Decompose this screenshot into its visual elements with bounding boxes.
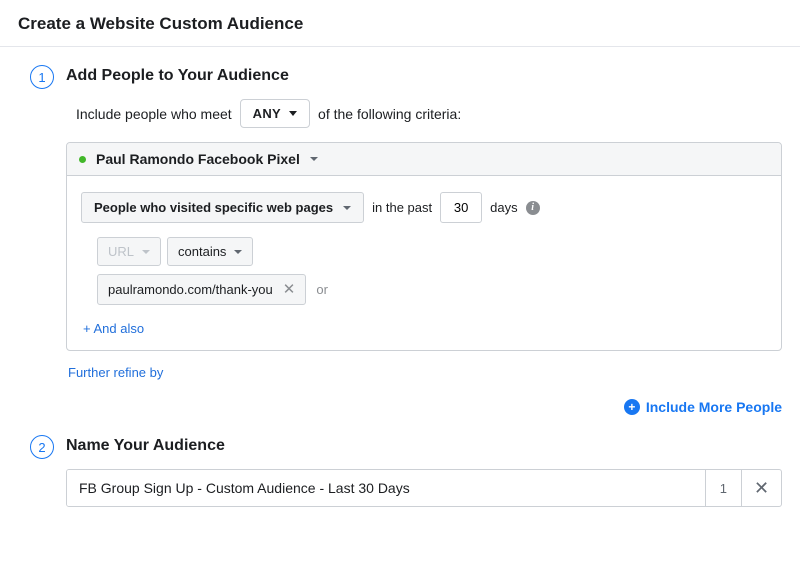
criteria-line: Include people who meet ANY of the follo… xyxy=(76,99,782,128)
url-operator-label: contains xyxy=(178,244,226,259)
caret-down-icon xyxy=(310,157,318,161)
or-label: or xyxy=(316,282,328,297)
url-value-text: paulramondo.com/thank-you xyxy=(108,282,273,297)
url-condition-row: URL contains xyxy=(97,237,767,266)
pixel-source-select[interactable]: Paul Ramondo Facebook Pixel xyxy=(67,143,781,176)
caret-down-icon xyxy=(142,250,150,254)
url-field-select[interactable]: URL xyxy=(97,237,161,266)
page-title: Create a Website Custom Audience xyxy=(18,14,782,34)
info-icon[interactable]: i xyxy=(526,201,540,215)
step-1-title: Add People to Your Audience xyxy=(66,67,782,85)
url-value-chip: paulramondo.com/thank-you ✕ xyxy=(97,274,306,305)
url-field-label: URL xyxy=(108,244,134,259)
chip-remove-icon[interactable]: ✕ xyxy=(283,282,296,297)
clear-name-button[interactable]: ✕ xyxy=(741,470,781,506)
match-mode-select[interactable]: ANY xyxy=(240,99,310,128)
rule-type-select[interactable]: People who visited specific web pages xyxy=(81,192,364,223)
include-more-label: Include More People xyxy=(646,399,782,415)
status-dot-icon xyxy=(79,156,86,163)
rule-row: People who visited specific web pages in… xyxy=(81,192,767,223)
audience-name-wrap: 1 ✕ xyxy=(66,469,782,507)
step-2: 2 Name Your Audience 1 ✕ xyxy=(30,437,782,507)
step-number-1: 1 xyxy=(30,65,54,89)
days-label: days xyxy=(490,200,517,215)
plus-circle-icon: + xyxy=(624,399,640,415)
match-mode-label: ANY xyxy=(253,106,281,121)
step-2-title: Name Your Audience xyxy=(66,437,782,455)
past-prefix-label: in the past xyxy=(372,200,432,215)
url-operator-select[interactable]: contains xyxy=(167,237,253,266)
audience-name-input[interactable] xyxy=(67,470,705,506)
criteria-suffix: of the following criteria: xyxy=(318,106,461,122)
name-count: 1 xyxy=(705,470,741,506)
include-more-button[interactable]: + Include More People xyxy=(624,399,782,415)
pixel-source-name: Paul Ramondo Facebook Pixel xyxy=(96,151,300,167)
step-number-2: 2 xyxy=(30,435,54,459)
rule-type-label: People who visited specific web pages xyxy=(94,200,333,215)
source-panel: Paul Ramondo Facebook Pixel People who v… xyxy=(66,142,782,351)
and-also-link[interactable]: + And also xyxy=(83,321,767,336)
url-value-row: paulramondo.com/thank-you ✕ or xyxy=(97,274,767,305)
step-1: 1 Add People to Your Audience Include pe… xyxy=(30,67,782,437)
refine-link[interactable]: Further refine by xyxy=(68,365,163,380)
caret-down-icon xyxy=(234,250,242,254)
caret-down-icon xyxy=(343,206,351,210)
modal-header: Create a Website Custom Audience xyxy=(0,0,800,47)
caret-down-icon xyxy=(289,111,297,116)
criteria-prefix: Include people who meet xyxy=(76,106,232,122)
days-input[interactable] xyxy=(440,192,482,223)
